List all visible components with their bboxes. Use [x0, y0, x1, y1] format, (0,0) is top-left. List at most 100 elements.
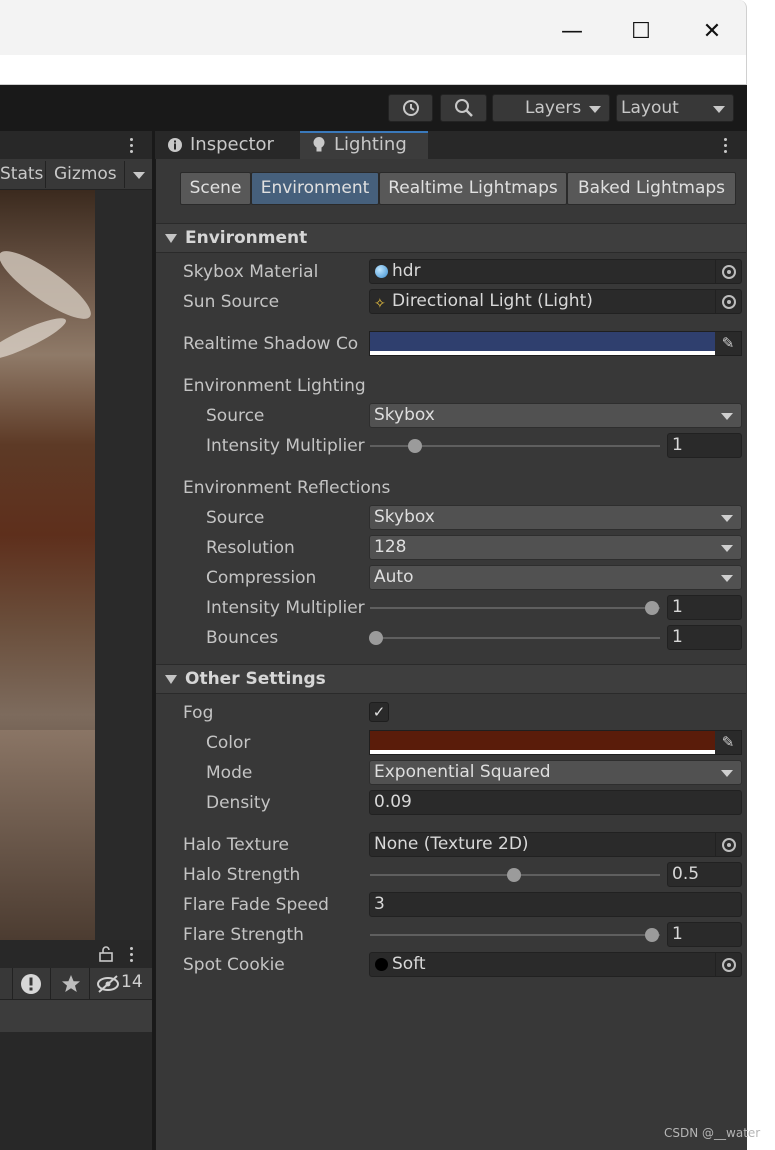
material-icon [375, 265, 388, 278]
close-icon[interactable]: ✕ [692, 12, 732, 52]
console-row[interactable] [0, 1000, 152, 1032]
halo-texture-field[interactable]: None (Texture 2D) [369, 832, 742, 857]
bounces-slider-knob[interactable] [369, 631, 383, 645]
realtime-shadow-color-label: Realtime Shadow Co [183, 334, 359, 354]
more-options-icon[interactable] [130, 947, 134, 963]
segment-realtime-lightmaps[interactable]: Realtime Lightmaps [379, 172, 567, 205]
more-options-icon[interactable] [724, 138, 728, 154]
eyedropper-icon[interactable]: ✎ [715, 731, 741, 754]
minimize-icon[interactable]: — [552, 12, 592, 52]
bounces-slider-track[interactable] [370, 637, 660, 639]
other-settings-section-header[interactable]: Other Settings [156, 664, 746, 694]
search-button[interactable] [440, 94, 487, 122]
lighting-source-value: Skybox [374, 405, 435, 425]
color-swatch[interactable] [370, 731, 715, 750]
lighting-intensity-value: 1 [672, 435, 683, 455]
maximize-icon[interactable]: ☐ [621, 12, 661, 52]
gizmos-menu-button[interactable] [124, 161, 152, 188]
object-picker-icon [722, 838, 736, 852]
sun-source-value: Directional Light (Light) [392, 291, 593, 311]
scene-viewport[interactable] [0, 190, 152, 940]
flare-strength-label: Flare Strength [183, 925, 304, 945]
bounces-label: Bounces [206, 628, 279, 648]
eyedropper-icon[interactable]: ✎ [715, 332, 741, 355]
object-picker-icon [722, 265, 736, 279]
fog-mode-dropdown[interactable]: Exponential Squared [369, 760, 742, 785]
lighting-source-dropdown[interactable]: Skybox [369, 403, 742, 428]
segment-baked-lightmaps[interactable]: Baked Lightmaps [567, 172, 736, 205]
layers-label: Layers [525, 98, 582, 118]
tab-inspector[interactable]: Inspector [167, 131, 297, 159]
layout-label: Layout [621, 98, 679, 118]
fog-mode-label: Mode [206, 763, 253, 783]
object-picker-button[interactable] [715, 260, 741, 283]
scene-tabbar [0, 131, 152, 159]
lightbulb-icon [313, 137, 325, 152]
bounces-input[interactable]: 1 [667, 625, 742, 650]
environment-lighting-label: Environment Lighting [183, 376, 366, 396]
sun-source-field[interactable]: ✧ Directional Light (Light) [369, 289, 742, 314]
scene-foliage [0, 311, 70, 367]
skybox-material-field[interactable]: hdr [369, 259, 742, 284]
reflection-source-label: Source [206, 508, 265, 528]
object-picker-icon [722, 958, 736, 972]
flare-strength-slider-knob[interactable] [645, 928, 659, 942]
layers-dropdown[interactable]: Layers [492, 94, 610, 122]
spot-cookie-field[interactable]: Soft [369, 952, 742, 977]
tab-lighting[interactable]: Lighting [310, 131, 428, 159]
color-swatch[interactable] [370, 332, 715, 351]
fog-density-value: 0.09 [374, 792, 412, 812]
resolution-dropdown[interactable]: 128 [369, 535, 742, 560]
scene-ground [0, 730, 95, 940]
more-options-icon[interactable] [130, 138, 134, 154]
segment-scene[interactable]: Scene [180, 172, 251, 205]
error-icon[interactable] [20, 973, 42, 995]
reflection-intensity-slider-knob[interactable] [645, 601, 659, 615]
bounces-value: 1 [672, 627, 683, 647]
fog-density-input[interactable]: 0.09 [369, 790, 742, 815]
fog-checkbox[interactable]: ✓ [369, 702, 389, 722]
object-picker-button[interactable] [715, 953, 741, 976]
object-picker-button[interactable] [715, 290, 741, 313]
scene-foliage [0, 241, 99, 329]
halo-texture-value: None (Texture 2D) [374, 834, 529, 854]
flare-strength-slider-track[interactable] [370, 934, 660, 936]
segment-environment[interactable]: Environment [251, 172, 379, 205]
reflection-intensity-input[interactable]: 1 [667, 595, 742, 620]
halo-strength-slider-knob[interactable] [507, 868, 521, 882]
halo-strength-input[interactable]: 0.5 [667, 862, 742, 887]
realtime-shadow-color-field[interactable]: ✎ [369, 331, 742, 356]
flare-fade-speed-input[interactable]: 3 [369, 892, 742, 917]
lighting-intensity-input[interactable]: 1 [667, 433, 742, 458]
fog-color-field[interactable]: ✎ [369, 730, 742, 755]
reflection-source-dropdown[interactable]: Skybox [369, 505, 742, 530]
skybox-material-value: hdr [392, 261, 421, 281]
stats-button[interactable]: Stats [0, 161, 46, 188]
reflection-intensity-slider-track[interactable] [370, 607, 660, 609]
compression-dropdown[interactable]: Auto [369, 565, 742, 590]
object-picker-button[interactable] [715, 833, 741, 856]
lighting-intensity-slider-knob[interactable] [407, 439, 422, 453]
history-icon [403, 100, 419, 116]
gizmos-button[interactable]: Gizmos [54, 161, 122, 188]
lock-icon[interactable] [99, 946, 113, 962]
chevron-down-icon [589, 106, 601, 113]
scene-shadow [95, 190, 152, 940]
fog-color-label: Color [206, 733, 251, 753]
foldout-arrow-icon [165, 234, 177, 243]
environment-section-header[interactable]: Environment [156, 223, 746, 253]
info-icon [168, 138, 182, 152]
halo-strength-label: Halo Strength [183, 865, 301, 885]
reflection-intensity-label: Intensity Multiplier [206, 598, 365, 618]
star-icon[interactable] [61, 974, 81, 994]
chevron-down-icon [721, 413, 733, 420]
layout-dropdown[interactable]: Layout [616, 94, 734, 122]
flare-fade-speed-label: Flare Fade Speed [183, 895, 329, 915]
hidden-eye-icon[interactable] [96, 974, 120, 994]
compression-value: Auto [374, 567, 414, 587]
history-button[interactable] [388, 94, 433, 122]
environment-reflections-label: Environment Reflections [183, 478, 391, 498]
flare-strength-input[interactable]: 1 [667, 922, 742, 947]
console-tabbar [0, 940, 152, 968]
window-titlebar: — ☐ ✕ [0, 0, 747, 55]
